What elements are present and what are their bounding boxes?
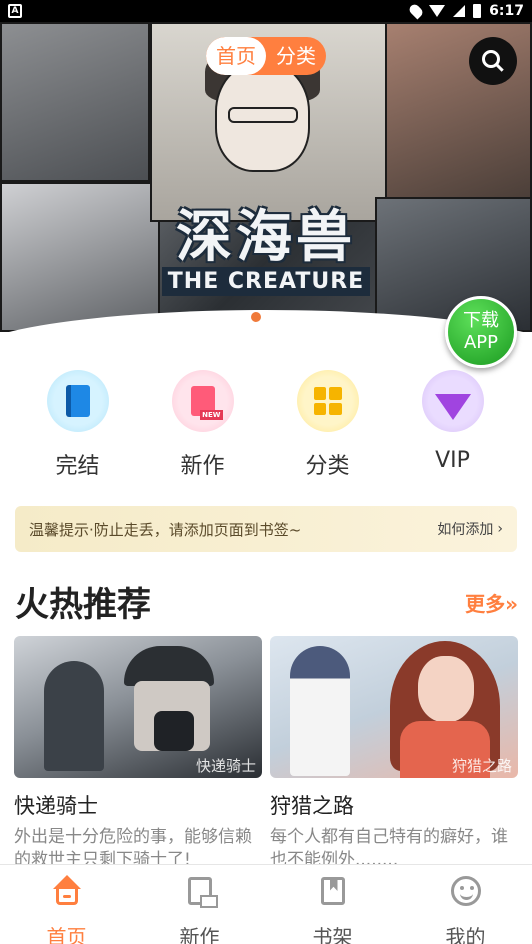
category-search-icon bbox=[296, 370, 359, 432]
new-doc-icon: NEW bbox=[171, 370, 234, 432]
banner-logo: 深海兽 THE CREATURE bbox=[156, 192, 376, 296]
chevron-right-icon: › bbox=[497, 521, 503, 537]
nav-bookshelf[interactable]: 书架 bbox=[266, 865, 399, 944]
quick-nav-new[interactable]: NEW 新作 bbox=[140, 370, 265, 480]
bottom-nav: 首页 新作 书架 我的 bbox=[0, 864, 532, 944]
how-to-add-label: 如何添加 bbox=[437, 522, 494, 538]
quick-nav-category[interactable]: 分类 bbox=[265, 370, 390, 480]
battery-icon bbox=[473, 4, 482, 18]
quick-nav-completed[interactable]: 完结 bbox=[15, 370, 140, 480]
comic-card[interactable]: 快递骑士 快递骑士 外出是十分危险的事，能够信赖的救世主只剩下骑士了! bbox=[14, 636, 262, 872]
section-title: 火热推荐 bbox=[15, 585, 151, 625]
recommend-list: 快递骑士 快递骑士 外出是十分危险的事，能够信赖的救世主只剩下骑士了! 狩猎之路… bbox=[14, 636, 518, 872]
nav-label: 书架 bbox=[312, 925, 353, 944]
banner-title-cn: 深海兽 bbox=[176, 205, 356, 270]
how-to-add-link[interactable]: 如何添加 › bbox=[437, 519, 503, 539]
quick-nav-label: 新作 bbox=[180, 454, 225, 479]
top-tabs: 首页 分类 bbox=[206, 37, 326, 75]
quick-nav-label: 完结 bbox=[55, 454, 100, 479]
download-app-label: APP bbox=[463, 332, 499, 353]
search-button[interactable] bbox=[469, 37, 517, 85]
book-icon bbox=[46, 370, 109, 432]
comic-title: 快递骑士 bbox=[14, 794, 98, 818]
smiley-icon bbox=[450, 875, 482, 907]
quick-nav-vip[interactable]: VIP bbox=[390, 370, 515, 480]
nav-new[interactable]: 新作 bbox=[133, 865, 266, 944]
quick-nav-label: 分类 bbox=[305, 454, 350, 479]
status-bar: A 6:17 bbox=[0, 0, 532, 22]
home-icon bbox=[51, 875, 83, 907]
comic-cover: 狩猎之路 bbox=[270, 636, 518, 778]
comic-card[interactable]: 狩猎之路 狩猎之路 每个人都有自己特有的癖好，谁也不能例外........ bbox=[270, 636, 518, 872]
nav-label: 首页 bbox=[46, 925, 87, 944]
location-icon bbox=[407, 2, 425, 20]
wifi-icon bbox=[429, 5, 446, 17]
comic-title: 狩猎之路 bbox=[270, 794, 354, 818]
bookmark-notice: 温馨提示·防止走丢，请添加页面到书签~ 如何添加 › bbox=[15, 506, 517, 552]
signal-icon bbox=[453, 5, 466, 17]
comic-cover: 快递骑士 bbox=[14, 636, 262, 778]
tab-home[interactable]: 首页 bbox=[206, 37, 266, 75]
diamond-icon bbox=[421, 370, 484, 432]
more-link[interactable]: 更多» bbox=[465, 588, 518, 617]
bookshelf-icon bbox=[317, 875, 349, 907]
nav-label: 新作 bbox=[179, 925, 220, 944]
notice-text: 温馨提示·防止走丢，请添加页面到书签~ bbox=[29, 520, 302, 539]
nav-profile[interactable]: 我的 bbox=[399, 865, 532, 944]
carousel-indicator bbox=[251, 312, 261, 322]
download-app-button[interactable]: 下载 APP bbox=[445, 296, 517, 368]
cover-watermark: 快递骑士 bbox=[195, 757, 256, 775]
nav-home[interactable]: 首页 bbox=[0, 865, 133, 944]
new-works-icon bbox=[184, 875, 218, 908]
cover-watermark: 狩猎之路 bbox=[451, 757, 512, 775]
tab-category[interactable]: 分类 bbox=[266, 37, 326, 75]
nav-label: 我的 bbox=[445, 925, 486, 944]
quick-nav: 完结 NEW 新作 分类 VIP bbox=[0, 370, 532, 480]
download-label: 下载 bbox=[463, 310, 499, 331]
status-time: 6:17 bbox=[489, 3, 524, 19]
quick-nav-label: VIP bbox=[435, 448, 470, 473]
notification-a-icon: A bbox=[8, 4, 22, 18]
banner-title-en: THE CREATURE bbox=[161, 267, 371, 296]
